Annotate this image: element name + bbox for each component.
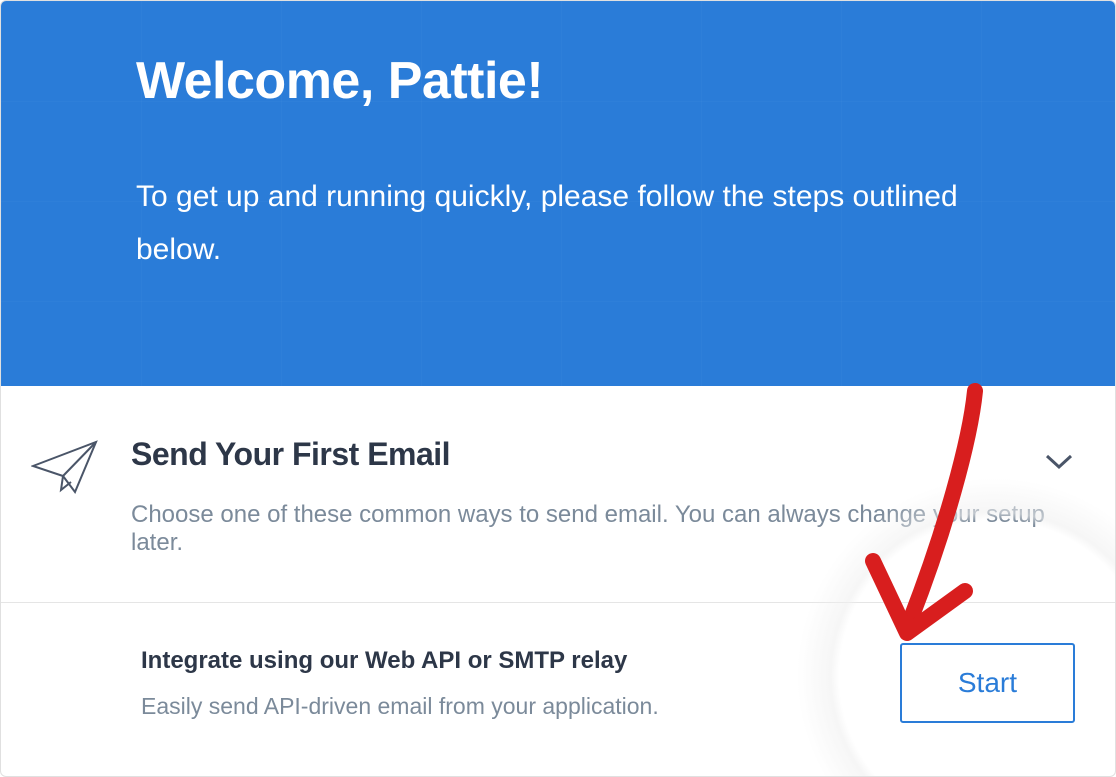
hero-title: Welcome, Pattie! [136,51,980,111]
chevron-down-icon[interactable] [1045,454,1073,475]
hero-subtitle: To get up and running quickly, please fo… [136,171,980,276]
integrate-title: Integrate using our Web API or SMTP rela… [141,647,900,675]
section-description: Choose one of these common ways to send … [131,501,1085,557]
welcome-hero: Welcome, Pattie! To get up and running q… [1,1,1115,386]
paper-plane-icon [31,436,131,498]
section-title: Send Your First Email [131,436,1085,473]
send-first-email-section[interactable]: Send Your First Email Choose one of thes… [1,386,1115,603]
start-button[interactable]: Start [900,643,1075,723]
integrate-description: Easily send API-driven email from your a… [141,693,900,720]
integrate-option-row: Integrate using our Web API or SMTP rela… [1,603,1115,753]
